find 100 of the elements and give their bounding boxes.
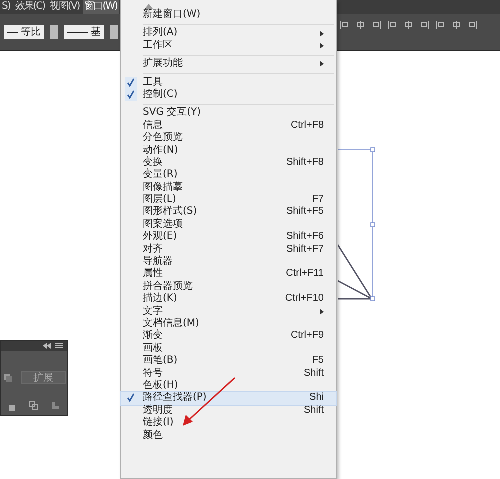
menu-item[interactable]: 图形样式(S) Shift+F5: [121, 206, 336, 219]
shortcut-label: Ctrl+F11: [286, 268, 324, 281]
menu-item-label: 透明度: [143, 404, 173, 416]
align-icon[interactable]: [372, 20, 382, 30]
dropdown-toggle[interactable]: [110, 25, 118, 39]
shortcut-label: Shift+F7: [286, 244, 324, 256]
menu-item[interactable]: 变换 Shift+F8: [121, 156, 336, 170]
menu-item-label: SVG 交互(Y): [143, 107, 202, 120]
menu-item-label: 画板: [143, 342, 163, 355]
menu-item-label: 图案选项: [143, 218, 183, 231]
menu-item[interactable]: 动作(N): [121, 144, 336, 157]
menu-bar-item[interactable]: 效果(C): [13, 0, 48, 14]
menu-item-label: 导航器: [143, 256, 173, 268]
shortcut-label: Shift+F6: [286, 231, 324, 244]
align-icon[interactable]: [452, 20, 462, 30]
menu-item[interactable]: 色板(H): [121, 380, 336, 392]
menu-item-label: 路径查找器(P): [143, 392, 207, 404]
dropdown-toggle[interactable]: [50, 25, 58, 39]
menu-item-label: 动作(N): [143, 144, 178, 156]
menu-item-label: 图像描摹: [143, 182, 183, 194]
menu-item-label: 文档信息(M): [143, 318, 200, 330]
shortcut-label: Ctrl+F9: [290, 330, 324, 343]
menu-item-label: 图形样式(S): [143, 206, 198, 218]
menu-item-label: 图层(L): [143, 194, 176, 206]
menu-item[interactable]: 分色预览: [121, 132, 336, 145]
shortcut-label: Shift+F8: [286, 156, 324, 170]
menu-item[interactable]: 扩展功能: [121, 58, 336, 71]
menu-item[interactable]: 颜色: [121, 430, 336, 442]
menu-item-label: 信息: [143, 120, 163, 132]
menu-item-label: 文字: [143, 306, 163, 318]
menu-item-label: 描边(K): [143, 293, 178, 306]
menu-icon[interactable]: [55, 343, 63, 349]
menu-item[interactable]: SVG 交互(Y): [121, 107, 336, 120]
menu-item-label: 分色预览: [143, 132, 183, 145]
menu-item[interactable]: 链接(I): [121, 417, 336, 430]
menu-item-label: 拼合器预览: [143, 280, 193, 292]
align-icon[interactable]: [388, 20, 398, 30]
menu-item-label: 控制(C): [143, 88, 178, 102]
shortcut-label: Shi: [310, 392, 324, 405]
menu-item[interactable]: 对齐 Shift+F7: [121, 244, 336, 256]
align-icon[interactable]: [420, 20, 430, 30]
stroke-profile-dropdown[interactable]: 基: [64, 25, 104, 39]
menu-item-label: 外观(E): [143, 231, 178, 244]
pathfinder-icon[interactable]: [29, 401, 39, 411]
align-icon[interactable]: [356, 20, 366, 30]
menu-item-label: 颜色: [143, 430, 163, 442]
shortcut-label: F7: [312, 194, 324, 206]
menu-item[interactable]: 属性 Ctrl+F11: [121, 268, 336, 281]
menu-item[interactable]: 新建窗口(W): [121, 9, 336, 22]
menu-item-label: 工作区: [143, 40, 173, 52]
shortcut-label: Shift+F5: [286, 206, 324, 219]
menu-item-label: 排列(A): [143, 27, 178, 40]
align-icon[interactable]: [404, 20, 414, 30]
menu-item-label: 对齐: [143, 244, 163, 256]
menu-item[interactable]: 画笔(B) F5: [121, 355, 336, 368]
submenu-arrow-icon: [320, 308, 324, 315]
menu-item[interactable]: 画板: [121, 342, 336, 356]
menu-item[interactable]: 渐变 Ctrl+F9: [121, 330, 336, 343]
menu-item[interactable]: 文档信息(M): [121, 318, 336, 330]
align-icon[interactable]: [340, 20, 350, 30]
shortcut-label: Shift: [304, 368, 324, 380]
menu-bar-item[interactable]: 视图(V): [48, 0, 82, 14]
scroll-up-icon[interactable]: [145, 4, 153, 9]
menu-item[interactable]: 符号 Shift: [121, 368, 336, 380]
menu-item-label: 链接(I): [143, 417, 174, 430]
pathfinder-icon[interactable]: [3, 373, 13, 383]
menu-item[interactable]: 工具: [121, 76, 336, 89]
menu-bar-item[interactable]: 窗口(W): [82, 0, 120, 14]
pathfinder-icon[interactable]: [7, 403, 17, 413]
menu-item[interactable]: 描边(K) Ctrl+F10: [121, 293, 336, 306]
menu-item[interactable]: 工作区: [121, 40, 336, 52]
menu-item[interactable]: 图层(L) F7: [121, 194, 336, 206]
align-icon[interactable]: [468, 20, 478, 30]
align-icon[interactable]: [436, 20, 446, 30]
menu-item-label: 新建窗口(W): [143, 9, 201, 22]
collapse-icon[interactable]: [43, 343, 51, 349]
menu-item[interactable]: 路径查找器(P) Shi: [121, 392, 336, 405]
menu-item[interactable]: 图案选项: [121, 218, 336, 232]
shortcut-label: Ctrl+F10: [285, 293, 324, 306]
menu-item[interactable]: 拼合器预览: [121, 280, 336, 294]
shortcut-label: Shift: [304, 404, 324, 418]
menu-item-label: 变换: [143, 156, 163, 168]
menu-bar-item[interactable]: S): [0, 0, 12, 14]
menu-item[interactable]: 控制(C): [121, 88, 336, 102]
menu-item[interactable]: 变量(R): [121, 169, 336, 182]
menu-item-label: 色板(H): [143, 380, 178, 392]
menu-item-label: 变量(R): [143, 169, 178, 182]
menu-item[interactable]: 排列(A): [121, 27, 336, 40]
menu-item[interactable]: 图像描摹: [121, 182, 336, 194]
menu-item[interactable]: 信息 Ctrl+F8: [121, 120, 336, 132]
menu-item-label: 画笔(B): [143, 355, 178, 368]
menu-item-label: 符号: [143, 368, 163, 380]
menu-item-label: 扩展功能: [143, 58, 183, 71]
menu-item[interactable]: 文字: [121, 306, 336, 318]
menu-item-label: 渐变: [143, 330, 163, 342]
menu-item[interactable]: 外观(E) Shift+F6: [121, 231, 336, 244]
stroke-profile-dropdown[interactable]: 等比: [4, 25, 44, 39]
menu-item[interactable]: 透明度 Shift: [121, 404, 336, 418]
submenu-arrow-icon: [320, 61, 324, 68]
menu-item[interactable]: 导航器: [121, 256, 336, 268]
